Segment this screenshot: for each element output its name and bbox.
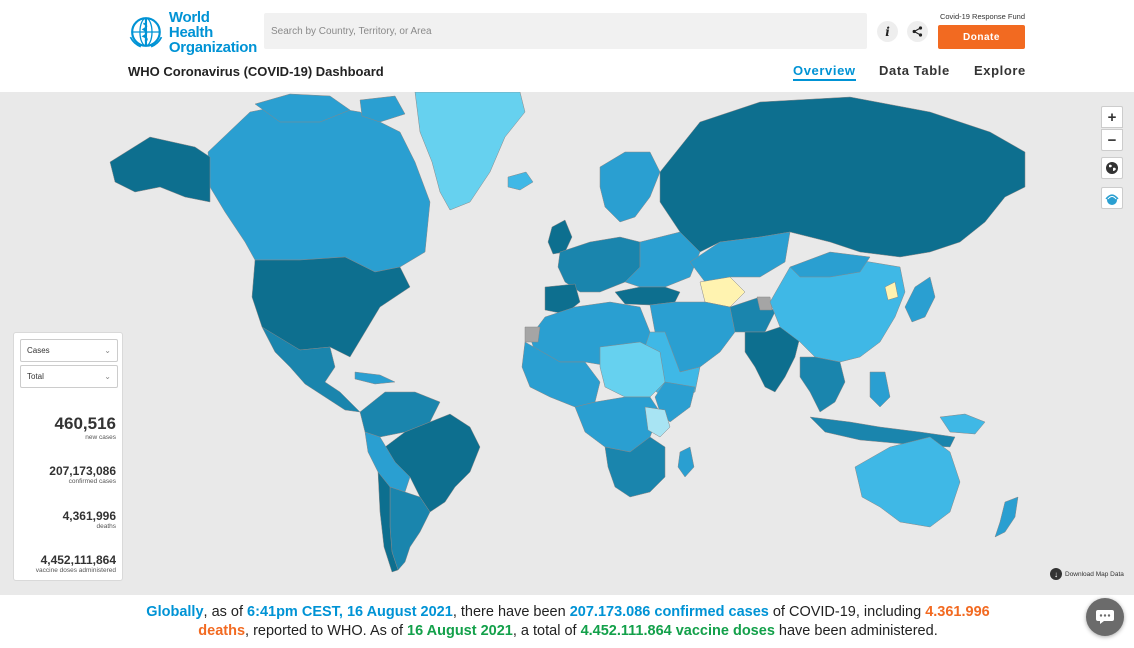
share-button[interactable] — [907, 21, 928, 42]
share-icon — [912, 26, 923, 37]
who-emblem-icon — [129, 17, 163, 48]
page-title: WHO Coronavirus (COVID-19) Dashboard — [128, 64, 384, 79]
summary-text: of COVID-19, including — [768, 604, 926, 620]
nav-explore[interactable]: Explore — [974, 63, 1026, 78]
confirmed-cases-value: 207,173,086 — [49, 464, 116, 478]
metric-select-value: Cases — [27, 346, 50, 355]
globe-icon — [1106, 162, 1118, 174]
new-cases-stat: 460,516 new cases — [55, 414, 116, 441]
globe-view-button[interactable] — [1101, 157, 1123, 179]
summary-timestamp: 6:41pm CEST, 16 August 2021 — [247, 604, 453, 620]
world-map[interactable]: ↓ Download Map Data — [0, 92, 1134, 595]
confirmed-cases-label: confirmed cases — [68, 478, 116, 485]
logo-line-1: World Health — [168, 8, 213, 41]
choropleth-map[interactable] — [0, 92, 1134, 595]
summary-vaccine-doses: 4.452.111.864 vaccine doses — [580, 623, 775, 639]
region-southeast-asia[interactable] — [799, 356, 846, 413]
info-button[interactable]: i — [877, 21, 898, 42]
period-select[interactable]: Total ⌄ — [20, 365, 118, 388]
region-arctic-islands[interactable] — [254, 93, 406, 123]
region-canada[interactable] — [207, 101, 431, 273]
header: World Health Organization i Covid-19 Res… — [0, 0, 1134, 92]
chevron-down-icon: ⌄ — [104, 372, 111, 381]
region-turkey[interactable] — [614, 286, 681, 306]
period-select-value: Total — [27, 372, 44, 381]
region-sudan-chad[interactable] — [599, 341, 666, 398]
new-cases-value: 460,516 — [54, 414, 116, 433]
summary-text: have been administered. — [774, 623, 938, 639]
summary-vaccine-date: 16 August 2021 — [407, 623, 513, 639]
vaccine-doses-label: vaccine doses administered — [35, 567, 116, 574]
region-scandinavia[interactable] — [599, 151, 661, 223]
deaths-stat: 4,361,996 deaths — [63, 509, 116, 530]
region-japan[interactable] — [904, 276, 936, 323]
minus-icon: − — [1107, 131, 1117, 149]
chat-bubble-icon — [1096, 610, 1114, 624]
new-cases-label: new cases — [85, 434, 116, 441]
region-greenland[interactable] — [414, 92, 526, 211]
region-alaska[interactable] — [109, 136, 211, 203]
summary-text: , there have been — [452, 604, 570, 620]
zoom-out-button[interactable]: − — [1101, 129, 1123, 151]
summary-text: , a total of — [512, 623, 581, 639]
stats-panel: Cases ⌄ Total ⌄ 460,516 new cases 207,17… — [13, 332, 123, 581]
metric-select[interactable]: Cases ⌄ — [20, 339, 118, 362]
confirmed-cases-stat: 207,173,086 confirmed cases — [49, 464, 116, 485]
deaths-value: 4,361,996 — [62, 509, 116, 523]
region-western-europe[interactable] — [557, 236, 641, 293]
deaths-label: deaths — [96, 523, 116, 530]
search-bar[interactable] — [264, 13, 867, 49]
region-caribbean[interactable] — [354, 371, 396, 385]
region-madagascar[interactable] — [677, 446, 695, 478]
region-india[interactable] — [744, 326, 801, 393]
chat-button[interactable] — [1086, 598, 1124, 636]
summary-text: , reported to WHO. As of — [245, 623, 408, 639]
logo-line-2: Organization — [168, 38, 257, 56]
vaccine-doses-stat: 4,452,111,864 vaccine doses administered — [36, 553, 116, 574]
chevron-down-icon: ⌄ — [104, 346, 111, 355]
plus-icon: + — [1107, 108, 1117, 126]
region-australia[interactable] — [854, 436, 961, 528]
download-label: Download Map Data — [1065, 570, 1124, 578]
who-logo[interactable]: World Health Organization — [127, 10, 257, 55]
zoom-in-button[interactable]: + — [1101, 106, 1123, 128]
search-input[interactable] — [271, 25, 867, 37]
info-icon: i — [885, 24, 890, 39]
region-philippines[interactable] — [869, 371, 891, 408]
region-iceland[interactable] — [507, 171, 534, 191]
summary-confirmed-cases: 207.173.086 confirmed cases — [569, 604, 769, 620]
summary-text: , as of — [203, 604, 248, 620]
region-uk[interactable] — [547, 219, 573, 255]
download-map-data[interactable]: ↓ Download Map Data — [1050, 568, 1124, 580]
nav-data-table[interactable]: Data Table — [879, 63, 950, 78]
global-summary: Globally, as of 6:41pm CEST, 16 August 2… — [120, 603, 1016, 641]
region-western-sahara[interactable] — [524, 326, 541, 343]
vaccine-doses-value: 4,452,111,864 — [40, 553, 116, 567]
download-icon: ↓ — [1050, 568, 1062, 580]
response-fund-label: Covid-19 Response Fund — [939, 12, 1025, 21]
region-new-zealand[interactable] — [994, 496, 1019, 538]
summary-globally: Globally — [146, 604, 204, 620]
region-papua[interactable] — [939, 413, 986, 435]
region-russia[interactable] — [659, 96, 1026, 258]
who-wordmark: World Health Organization — [169, 10, 257, 55]
layers-icon — [1105, 194, 1119, 205]
layer-toggle-button[interactable] — [1101, 187, 1123, 209]
donate-button[interactable]: Donate — [938, 25, 1025, 49]
nav-overview[interactable]: Overview — [793, 63, 856, 81]
